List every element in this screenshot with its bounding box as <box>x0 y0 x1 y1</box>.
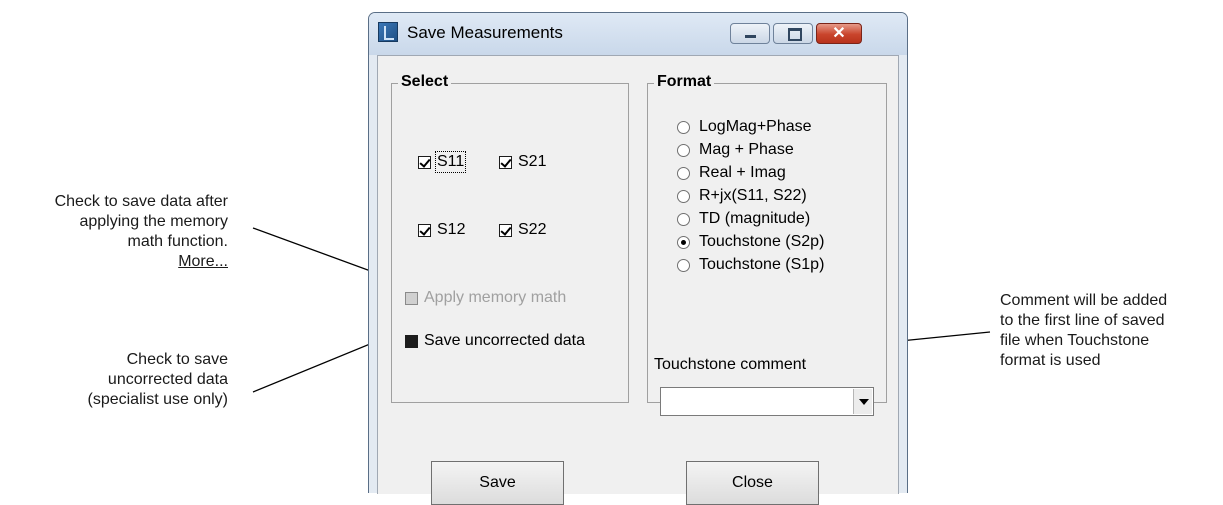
more-link[interactable]: More... <box>55 252 228 272</box>
radio-label: Mag + Phase <box>699 141 794 158</box>
annotation-line: file when Touchstone <box>1000 332 1150 349</box>
select-group-legend: Select <box>398 73 452 91</box>
app-icon[interactable] <box>378 22 398 42</box>
radio-label: Touchstone (S1p) <box>699 256 825 273</box>
checkbox-box <box>499 223 512 237</box>
radio-circle <box>677 258 690 272</box>
radio-circle <box>677 212 690 226</box>
checkbox-box <box>418 223 431 237</box>
window-title: Save Measurements <box>407 23 563 42</box>
radio-r-jx[interactable]: R+jx(S11, S22) <box>677 187 807 205</box>
radio-label: R+jx(S11, S22) <box>699 187 807 204</box>
radio-label: Real + Imag <box>699 164 786 181</box>
annotation-comment: Comment will be added to the first line … <box>1000 291 1167 371</box>
checkbox-box <box>405 291 418 305</box>
checkbox-s21[interactable]: S21 <box>499 153 546 171</box>
annotation-line: Check to save data after <box>54 193 228 210</box>
radio-circle <box>677 120 690 134</box>
radio-circle <box>677 166 690 180</box>
annotation-line: format is used <box>1000 352 1101 369</box>
radio-circle <box>677 189 690 203</box>
checkbox-s22[interactable]: S22 <box>499 221 546 239</box>
checkbox-label: Save uncorrected data <box>424 332 585 349</box>
touchstone-comment-label: Touchstone comment <box>654 356 807 373</box>
minimize-button[interactable] <box>730 23 770 44</box>
select-group: Select <box>391 73 629 403</box>
save-button[interactable]: Save <box>431 461 564 505</box>
close-button[interactable]: Close <box>686 461 819 505</box>
annotation-line: (specialist use only) <box>87 391 229 408</box>
radio-logmag-phase[interactable]: LogMag+Phase <box>677 118 812 136</box>
checkbox-label: S22 <box>518 221 547 238</box>
annotation-line: Comment will be added <box>1000 292 1168 309</box>
format-group-legend: Format <box>654 73 715 91</box>
radio-label: TD (magnitude) <box>699 210 811 227</box>
checkbox-box <box>499 155 512 169</box>
annotation-line: applying the memory <box>79 213 228 230</box>
radio-circle <box>677 235 690 249</box>
radio-mag-phase[interactable]: Mag + Phase <box>677 141 794 159</box>
touchstone-comment-combobox[interactable] <box>660 387 874 416</box>
radio-label: Touchstone (S2p) <box>699 233 825 250</box>
close-icon: ✕ <box>832 25 846 42</box>
radio-touchstone-s1p[interactable]: Touchstone (S1p) <box>677 256 824 274</box>
checkbox-label: S21 <box>518 153 547 170</box>
checkbox-box <box>418 155 431 169</box>
radio-label: LogMag+Phase <box>699 118 812 135</box>
annotation-line: math function. <box>127 233 229 250</box>
save-uncorrected-checkbox[interactable]: Save uncorrected data <box>405 332 585 350</box>
radio-td-magnitude[interactable]: TD (magnitude) <box>677 210 810 228</box>
checkbox-s12[interactable]: S12 <box>418 221 465 239</box>
annotation-line: Check to save <box>126 351 228 368</box>
title-bar[interactable]: Save Measurements ✕ <box>369 13 907 55</box>
radio-real-imag[interactable]: Real + Imag <box>677 164 786 182</box>
checkbox-box <box>405 334 418 348</box>
radio-circle <box>677 143 690 157</box>
annotation-memory-math: Check to save data after applying the me… <box>55 192 228 272</box>
checkbox-label: S12 <box>437 221 466 238</box>
chevron-down-icon[interactable] <box>853 389 872 414</box>
radio-touchstone-s2p[interactable]: Touchstone (S2p) <box>677 233 824 251</box>
close-window-button[interactable]: ✕ <box>816 23 862 44</box>
annotation-line: uncorrected data <box>107 371 228 388</box>
annotation-uncorrected: Check to save uncorrected data (speciali… <box>88 350 229 410</box>
annotation-line: to the first line of saved <box>1000 312 1165 329</box>
checkbox-label: S11 <box>434 151 467 173</box>
save-measurements-dialog: Save Measurements ✕ Select S11 S21 S12 S… <box>368 12 908 505</box>
dialog-client-area: Select S11 S21 S12 S22 Apply memory math… <box>377 55 899 505</box>
checkbox-label: Apply memory math <box>424 289 567 306</box>
maximize-button[interactable] <box>773 23 813 44</box>
checkbox-s11[interactable]: S11 <box>418 151 467 173</box>
apply-memory-math-checkbox[interactable]: Apply memory math <box>405 289 566 307</box>
